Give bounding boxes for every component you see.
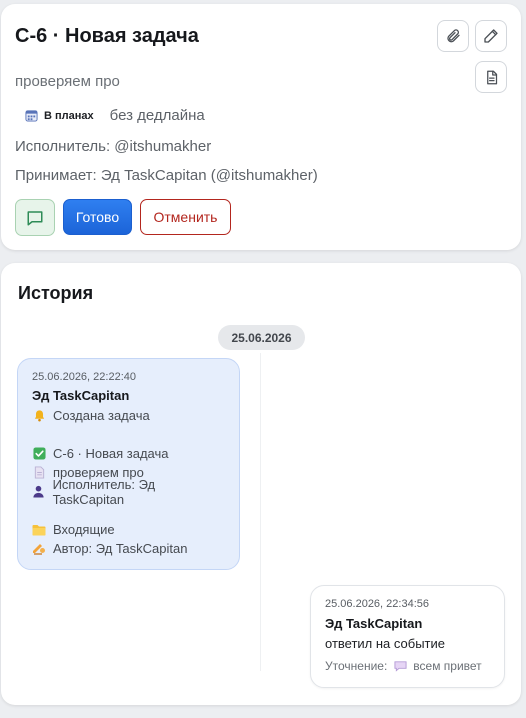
message-line: Создана задача	[32, 406, 225, 425]
date-separator: 25.06.2026	[218, 325, 305, 350]
assignee-text: Исполнитель: @itshumakher	[15, 138, 212, 155]
user-icon	[32, 485, 46, 499]
document-icon	[486, 70, 497, 84]
pencil-icon	[484, 29, 498, 43]
folder-icon	[32, 523, 46, 537]
status-label: В планах	[44, 109, 94, 122]
message-time: 25.06.2026, 22:34:56	[325, 598, 429, 610]
history-title: История	[18, 283, 94, 303]
edit-button[interactable]	[475, 20, 507, 52]
message-line: Автор: Эд TaskCapitan	[32, 539, 225, 558]
message-line: Исполнитель: Эд TaskCapitan	[32, 477, 225, 507]
checkbox-icon	[32, 447, 46, 461]
paperclip-icon	[447, 29, 460, 43]
bell-icon	[32, 409, 46, 423]
status-row: В планах без дедлайна	[25, 107, 205, 124]
document-button[interactable]	[475, 61, 507, 93]
chat-button[interactable]	[15, 199, 55, 236]
history-card: История 25.06.2026 25.06.2026, 22:22:40 …	[1, 263, 521, 705]
calendar-icon	[25, 110, 38, 122]
speech-bubble-icon	[393, 659, 407, 673]
task-description: проверяем про	[15, 73, 120, 90]
history-reply: 25.06.2026, 22:34:56 Эд TaskCapitan отве…	[310, 585, 505, 688]
message-time: 25.06.2026, 22:22:40	[32, 371, 136, 383]
message-line: Входящие	[32, 520, 225, 539]
task-card: C-6 · Новая задача проверяем про В плана…	[1, 4, 521, 250]
chat-icon	[27, 210, 43, 225]
timeline-divider	[260, 353, 261, 671]
writing-hand-icon	[32, 542, 46, 556]
clarification-text: всем привет	[413, 658, 482, 673]
cancel-button[interactable]: Отменить	[140, 199, 231, 235]
message-text: ответил на событие	[325, 636, 446, 651]
attach-button[interactable]	[437, 20, 469, 52]
clarification-line: Уточнение: всем привет	[325, 656, 490, 675]
history-message: 25.06.2026, 22:22:40 Эд TaskCapitan Созд…	[17, 358, 240, 570]
acceptor-text: Принимает: Эд TaskCapitan (@itshumakher)	[15, 167, 318, 184]
status-chip[interactable]: В планах	[25, 109, 94, 122]
message-author: Эд TaskCapitan	[32, 388, 130, 403]
task-title: C-6 · Новая задача	[15, 25, 199, 47]
clarification-label: Уточнение:	[325, 658, 388, 673]
document-icon	[32, 466, 46, 480]
deadline-text: без дедлайна	[109, 107, 205, 124]
message-author: Эд TaskCapitan	[325, 616, 423, 631]
message-line: C-6 · Новая задача	[32, 444, 225, 463]
done-button[interactable]: Готово	[63, 199, 132, 235]
